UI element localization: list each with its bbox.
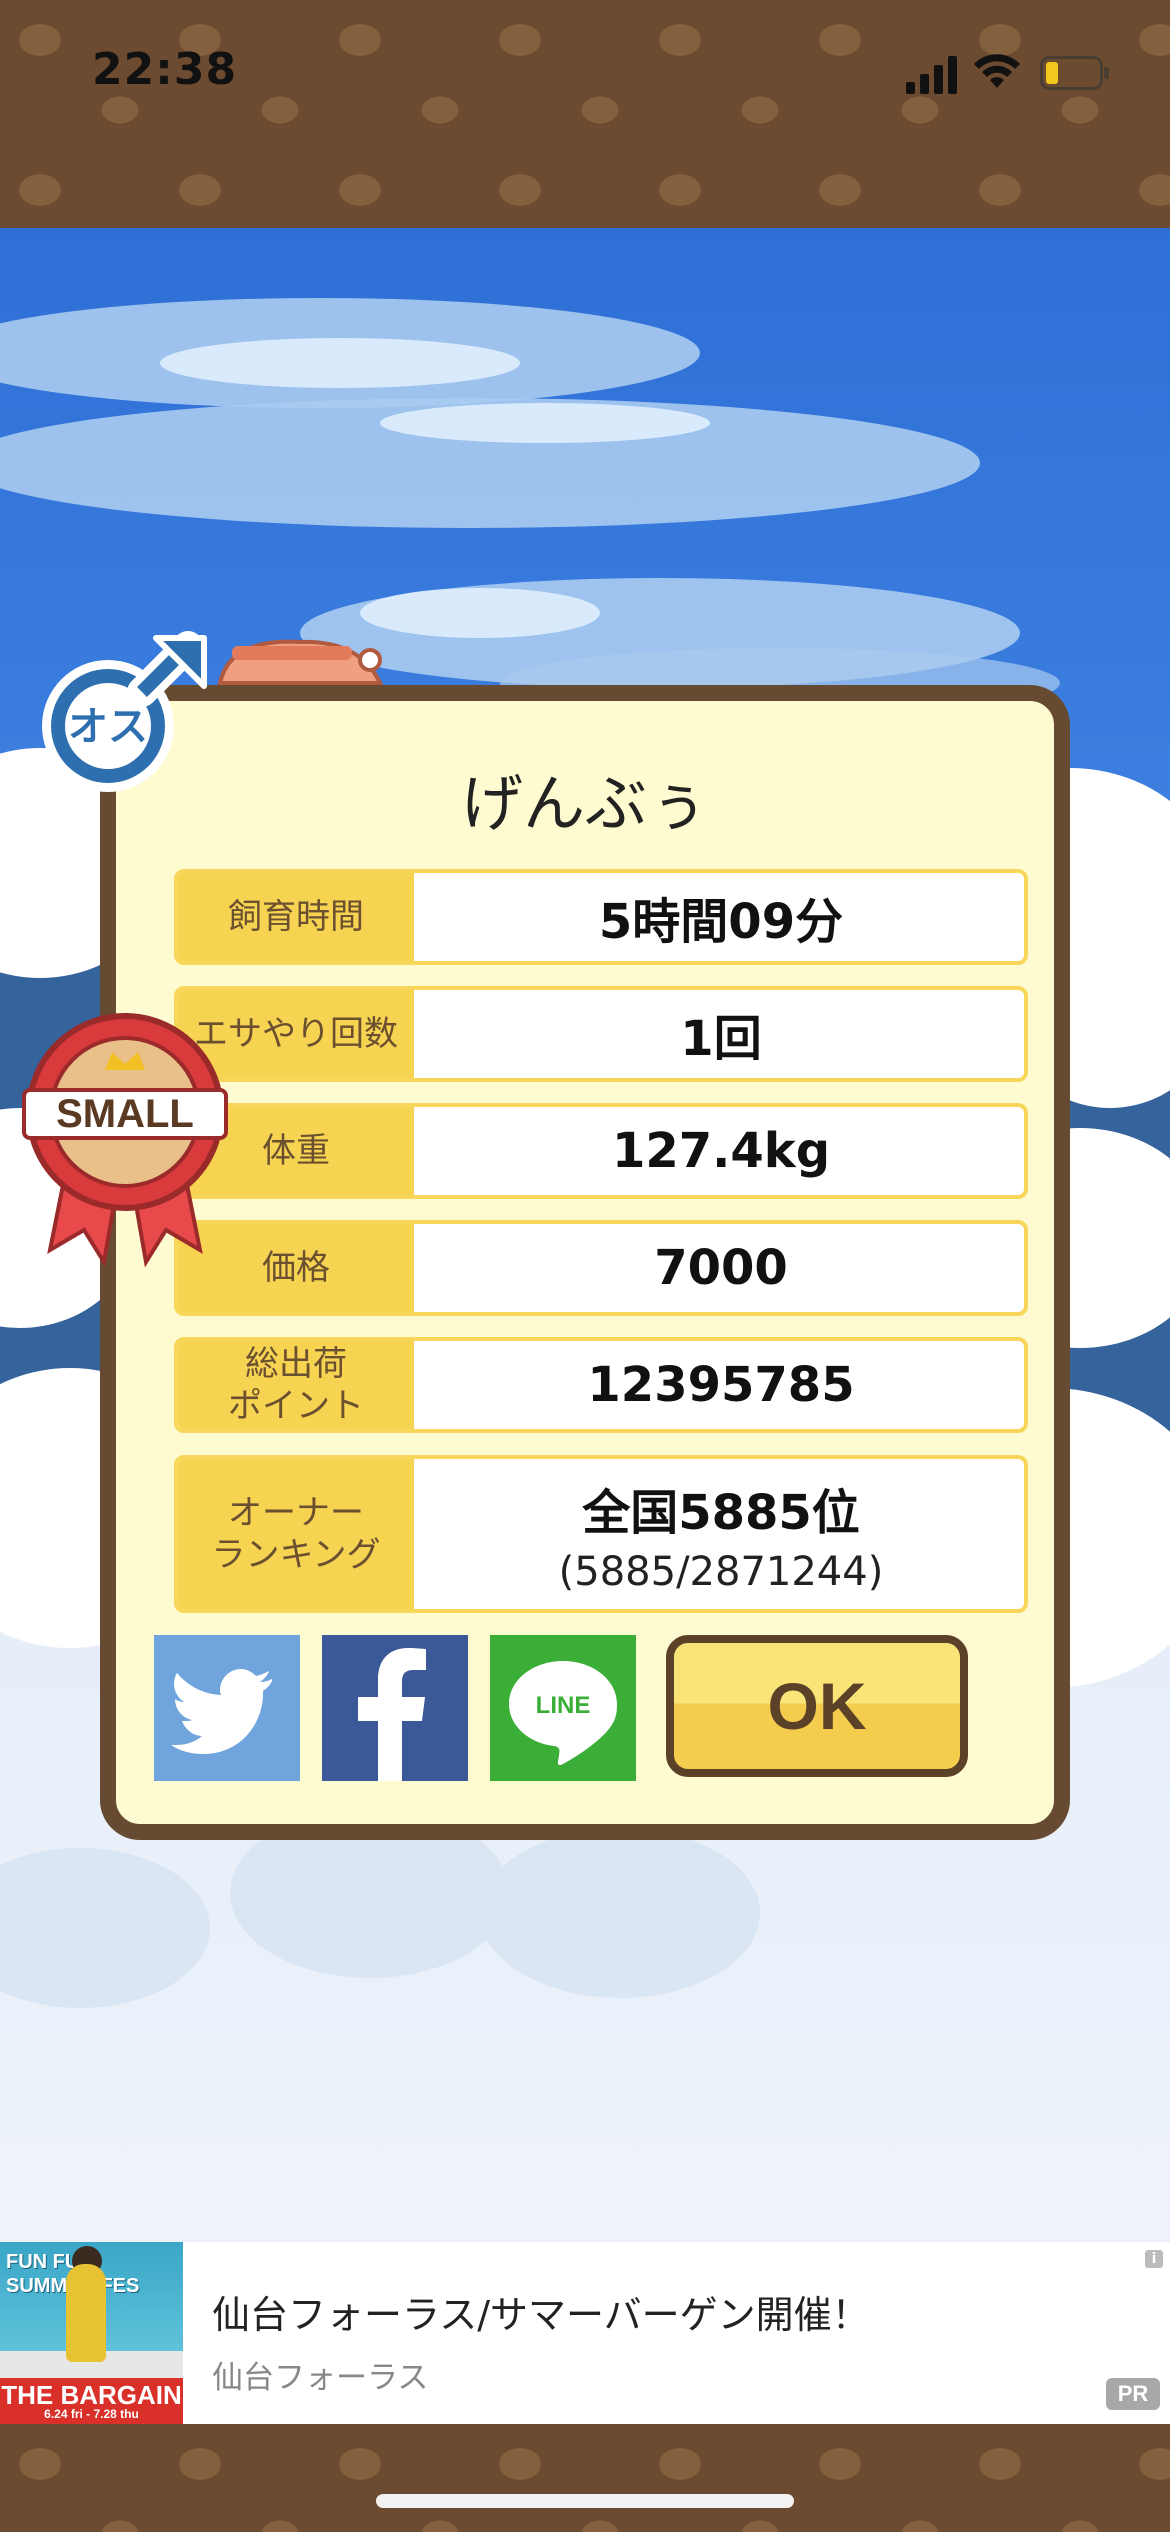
advertisement-banner[interactable]: FUN FUN SUMMER FES THE BARGAIN 6.24 fri … bbox=[0, 2242, 1170, 2424]
ok-button[interactable]: OK bbox=[666, 1635, 968, 1777]
twitter-share-button[interactable] bbox=[154, 1635, 300, 1781]
stat-value: 127.4kg bbox=[611, 1123, 831, 1179]
ad-person-body bbox=[66, 2264, 106, 2362]
stat-label: オーナー ランキング bbox=[178, 1459, 414, 1609]
ad-pr-badge: PR bbox=[1106, 2378, 1160, 2410]
pig-name-title: げんぶぅ bbox=[460, 767, 709, 840]
status-bar: 22:38 bbox=[0, 0, 1170, 150]
stat-row-feed-count: エサやり回数 1回 bbox=[174, 986, 1028, 1082]
male-gender-badge: オス bbox=[42, 631, 207, 792]
ranking-detail: (5885/2871244) bbox=[558, 1549, 884, 1595]
ad-image-banner-text: THE BARGAIN bbox=[1, 2380, 182, 2410]
ad-title[interactable]: 仙台フォーラス/サマーバーゲン開催！ bbox=[212, 2284, 870, 2339]
ad-info-icon[interactable]: i bbox=[1145, 2250, 1163, 2268]
line-label: LINE bbox=[536, 1692, 591, 1719]
pig-icon bbox=[217, 639, 384, 685]
ad-image-banner: THE BARGAIN 6.24 fri - 7.28 thu bbox=[0, 2378, 183, 2424]
ad-image-dates: 6.24 fri - 7.28 thu bbox=[44, 2407, 139, 2421]
status-time: 22:38 bbox=[92, 44, 238, 95]
stat-row-raising-time: 飼育時間 5時間09分 bbox=[174, 869, 1028, 965]
small-size-ribbon: SMALL bbox=[22, 1013, 228, 1268]
stat-label: 総出荷 ポイント bbox=[178, 1341, 414, 1429]
stat-value: 12395785 bbox=[587, 1357, 855, 1413]
stat-row-weight: 体重 127.4kg bbox=[174, 1103, 1028, 1199]
battery-icon bbox=[1040, 56, 1109, 90]
ranking-national: 全国5885位 bbox=[582, 1485, 860, 1541]
bottom-frame-pattern bbox=[0, 2424, 1170, 2532]
ranking-value: 全国5885位 (5885/2871244) bbox=[418, 1459, 1024, 1609]
ad-image[interactable]: FUN FUN SUMMER FES THE BARGAIN 6.24 fri … bbox=[0, 2242, 183, 2424]
stat-row-price: 価格 7000 bbox=[174, 1220, 1028, 1316]
wifi-icon bbox=[974, 54, 1020, 88]
gender-label: オス bbox=[68, 704, 148, 750]
stat-value: 5時間09分 bbox=[598, 894, 844, 950]
size-label: SMALL bbox=[56, 1092, 194, 1136]
line-share-button[interactable]: LINE bbox=[490, 1635, 636, 1781]
pig-result-dialog: げんぶぅ 飼育時間 5時間09分 エサやり回数 1回 体重 127.4kg 価格… bbox=[100, 685, 1070, 1840]
stat-row-shipping-points: 総出荷 ポイント 12395785 bbox=[174, 1337, 1028, 1433]
stat-value: 1回 bbox=[680, 1011, 762, 1067]
stat-value: 7000 bbox=[654, 1240, 788, 1296]
facebook-share-button[interactable] bbox=[322, 1635, 468, 1781]
stat-label: 飼育時間 bbox=[178, 873, 414, 961]
stat-row-owner-ranking: オーナー ランキング 全国5885位 (5885/2871244) bbox=[174, 1455, 1028, 1613]
home-indicator[interactable] bbox=[376, 2494, 794, 2508]
cellular-signal-icon bbox=[906, 56, 957, 94]
ad-sponsor: 仙台フォーラス bbox=[212, 2360, 429, 2396]
